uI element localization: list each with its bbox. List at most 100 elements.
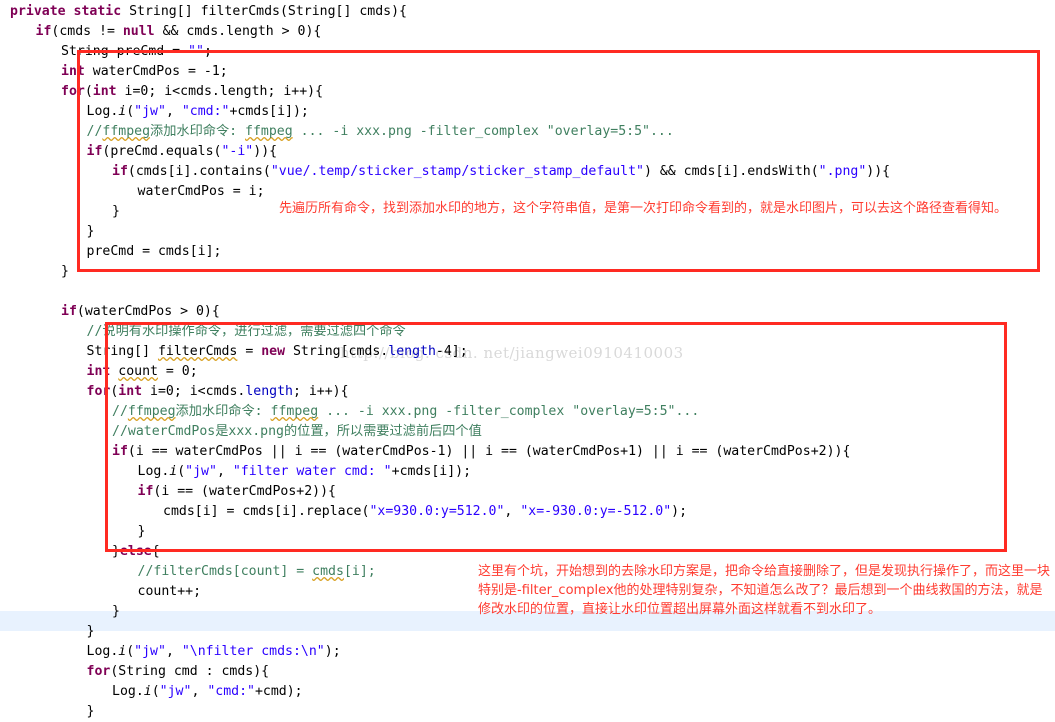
code-token: "jw" xyxy=(185,464,217,479)
code-line[interactable]: } xyxy=(0,702,1055,722)
code-token: // xyxy=(86,124,103,139)
code-line[interactable]: for(int i=0; i<cmds.length; i++){ xyxy=(0,382,1055,402)
code-token: if xyxy=(61,304,77,319)
code-token: (waterCmdPos > 0){ xyxy=(76,304,220,319)
code-token: { xyxy=(151,544,160,559)
code-token: ffmpeg xyxy=(270,404,319,419)
code-token: ( xyxy=(177,464,186,479)
code-token: cmds xyxy=(312,564,344,579)
code-line[interactable]: } xyxy=(0,622,1055,642)
code-token: (cmds[i].contains( xyxy=(127,164,271,179)
code-line[interactable]: cmds[i] = cmds[i].replace("x=930.0:y=512… xyxy=(0,502,1055,522)
annotation-find-watermark: 先遍历所有命令，找到添加水印的地方，这个字符串值，是第一次打印命令看到的，就是水… xyxy=(279,201,1008,216)
code-token: "jw" xyxy=(134,644,166,659)
code-token: "vue/.temp/sticker_stamp/sticker_stamp_d… xyxy=(270,164,644,179)
code-token: (i == waterCmdPos || i == (waterCmdPos-1… xyxy=(127,444,851,459)
code-token: waterCmdPos = i; xyxy=(137,184,265,199)
code-token: ".png" xyxy=(818,164,867,179)
code-line[interactable]: //ffmpeg添加水印命令: ffmpeg ... -i xxx.png -f… xyxy=(0,402,1055,422)
code-token: } xyxy=(112,604,120,619)
code-token: Log. xyxy=(137,464,170,479)
code-token: static xyxy=(73,4,122,19)
code-line[interactable] xyxy=(0,282,1055,302)
code-line[interactable]: for(int i=0; i<cmds.length; i++){ xyxy=(0,82,1055,102)
code-token: "jw" xyxy=(159,684,192,699)
code-line[interactable]: } xyxy=(0,522,1055,542)
code-token: +cmd); xyxy=(254,684,303,699)
code-token: int xyxy=(86,364,111,379)
code-token: +cmds[i]); xyxy=(229,104,309,119)
code-token: } xyxy=(112,204,120,219)
code-token: Log. xyxy=(86,104,119,119)
code-token: //filterCmds[count] = xyxy=(137,564,313,579)
code-line[interactable]: String preCmd = ""; xyxy=(0,42,1055,62)
code-token: for xyxy=(61,84,85,99)
code-token: String preCmd = xyxy=(61,44,189,59)
code-token: ( xyxy=(84,84,93,99)
code-token: else xyxy=(119,544,152,559)
code-line[interactable]: Log.i("jw", "cmd:"+cmd); xyxy=(0,682,1055,702)
code-line[interactable]: if(i == (waterCmdPos+2)){ xyxy=(0,482,1055,502)
code-token: private xyxy=(10,4,66,19)
code-token: ffmpeg xyxy=(245,124,293,139)
code-token: , xyxy=(191,684,208,699)
code-line[interactable]: Log.i("jw", "cmd:"+cmds[i]); xyxy=(0,102,1055,122)
code-line[interactable]: Log.i("jw", "\nfilter cmds:\n"); xyxy=(0,642,1055,662)
code-line[interactable]: if(i == waterCmdPos || i == (waterCmdPos… xyxy=(0,442,1055,462)
code-line[interactable]: String[] filterCmds = new String[cmds.le… xyxy=(0,342,1055,362)
code-token: -4]; xyxy=(435,344,468,359)
code-token: String[] filterCmds(String[] cmds){ xyxy=(121,4,407,19)
code-line[interactable]: int waterCmdPos = -1; xyxy=(0,62,1055,82)
code-line[interactable]: //ffmpeg添加水印命令: ffmpeg ... -i xxx.png -f… xyxy=(0,122,1055,142)
code-token: if xyxy=(112,444,128,459)
code-token: ); xyxy=(671,504,688,519)
annotation-offscreen-trick: 这里有个坑，开始想到的去除水印方案是，把命令给直接删除了，但是发现执行操作了，而… xyxy=(478,564,1051,617)
code-token: (cmds != xyxy=(51,24,123,39)
code-line[interactable]: preCmd = cmds[i]; xyxy=(0,242,1055,262)
code-token: ; i++){ xyxy=(292,384,349,399)
code-token: , xyxy=(165,104,182,119)
code-line[interactable]: //waterCmdPos是xxx.png的位置，所以需要过滤前后四个值 xyxy=(0,422,1055,442)
code-token: )){ xyxy=(253,144,278,159)
code-token: "" xyxy=(188,44,204,59)
code-line[interactable]: if(cmds[i].contains("vue/.temp/sticker_s… xyxy=(0,162,1055,182)
code-token: String[] xyxy=(86,344,158,359)
code-token: preCmd = cmds[i]; xyxy=(86,244,222,259)
code-token: (i == (waterCmdPos+2)){ xyxy=(153,484,337,499)
code-token: 添加水印命令: xyxy=(150,124,246,139)
code-token: } xyxy=(86,624,95,639)
code-token: i xyxy=(143,684,152,699)
code-line[interactable]: if(waterCmdPos > 0){ xyxy=(0,302,1055,322)
code-token: = xyxy=(237,344,262,359)
code-line[interactable]: Log.i("jw", "filter water cmd: "+cmds[i]… xyxy=(0,462,1055,482)
code-token: Log. xyxy=(112,684,144,699)
code-token: , xyxy=(165,644,182,659)
code-line[interactable]: private static String[] filterCmds(Strin… xyxy=(0,2,1055,22)
code-token: for xyxy=(86,664,111,679)
code-token: +cmds[i]); xyxy=(391,464,472,479)
code-line[interactable]: for(String cmd : cmds){ xyxy=(0,662,1055,682)
code-editor-surface[interactable]: http://blog. csdn. net/jiangwei091041000… xyxy=(0,0,1055,719)
code-token: String[cmds. xyxy=(285,344,389,359)
code-token: ... -i xxx.png -filter_complex "overlay=… xyxy=(318,404,700,419)
code-line[interactable]: if(cmds != null && cmds.length > 0){ xyxy=(0,22,1055,42)
code-token: ); xyxy=(324,644,341,659)
code-line[interactable]: //说明有水印操作命令，进行过滤，需要过滤四个命令 xyxy=(0,322,1055,342)
code-line[interactable]: if(preCmd.equals("-i")){ xyxy=(0,142,1055,162)
code-token: // xyxy=(112,404,128,419)
code-token: } xyxy=(86,224,95,239)
code-token: for xyxy=(86,384,111,399)
code-token: i=0; i<cmds. xyxy=(142,384,246,399)
code-token: && cmds.length > 0){ xyxy=(154,24,322,39)
code-line[interactable]: int count = 0; xyxy=(0,362,1055,382)
code-token: count++; xyxy=(137,584,202,599)
code-line[interactable]: }else{ xyxy=(0,542,1055,562)
code-token: ffmpeg xyxy=(127,404,176,419)
code-token: } xyxy=(61,264,69,279)
code-line[interactable]: } xyxy=(0,222,1055,242)
code-token: ( xyxy=(126,104,135,119)
code-token: Log. xyxy=(86,644,119,659)
code-line[interactable]: } xyxy=(0,262,1055,282)
code-token: int xyxy=(92,84,117,99)
